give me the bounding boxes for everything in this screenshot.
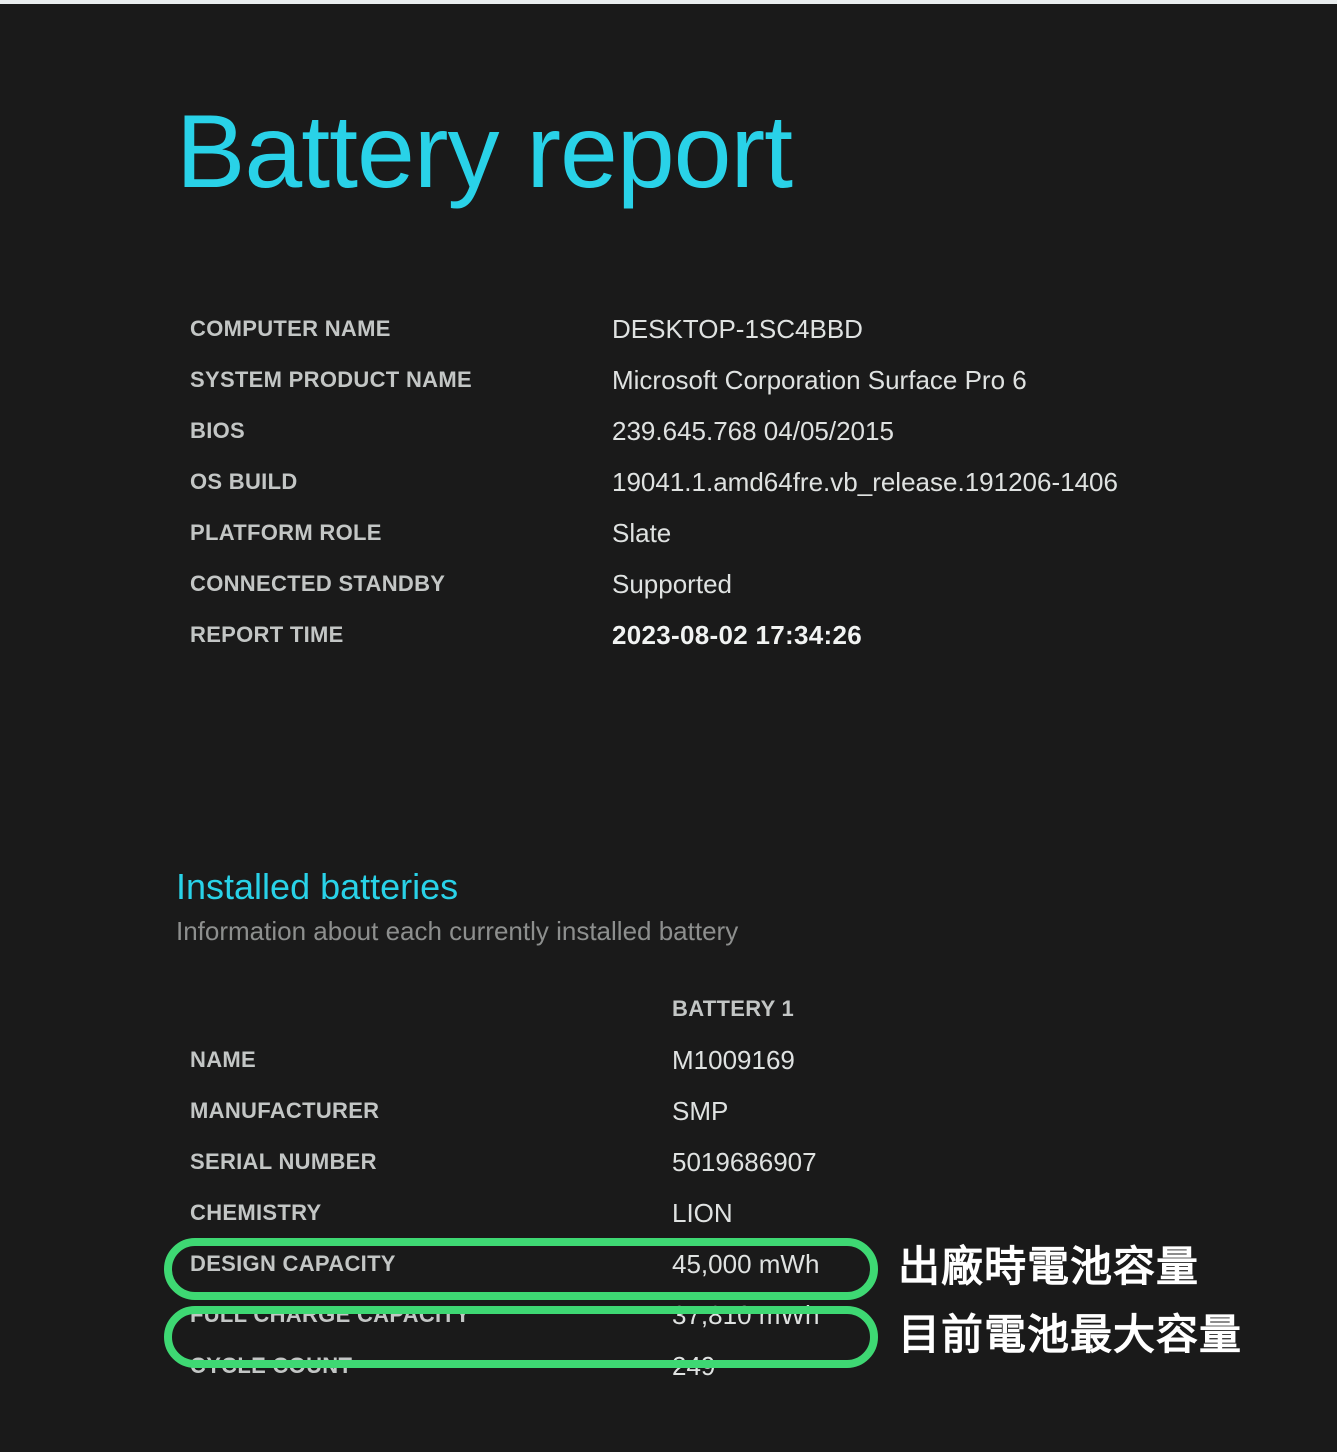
row-value-platform-role: Slate xyxy=(612,518,672,548)
row-label-name: NAME xyxy=(190,1047,256,1072)
row-label-system-product-name: SYSTEM PRODUCT NAME xyxy=(190,367,472,392)
row-value-cycle-count: 249 xyxy=(672,1351,716,1381)
row-label-bios: BIOS xyxy=(190,418,245,443)
battery-report-page: Battery report COMPUTER NAME DESKTOP-1SC… xyxy=(0,4,1337,1452)
row-label-report-time: REPORT TIME xyxy=(190,622,344,647)
table-row: OS BUILD 19041.1.amd64fre.vb_release.191… xyxy=(190,467,1240,518)
table-row: PLATFORM ROLE Slate xyxy=(190,518,1240,569)
row-label-full-charge-capacity: FULL CHARGE CAPACITY xyxy=(190,1302,471,1327)
installed-batteries-section-header: Installed batteries Information about ea… xyxy=(176,866,738,946)
row-label-os-build: OS BUILD xyxy=(190,469,298,494)
row-label-design-capacity: DESIGN CAPACITY xyxy=(190,1251,396,1276)
row-value-bios: 239.645.768 04/05/2015 xyxy=(612,416,894,446)
annotation-design-capacity: 出廠時電池容量 xyxy=(898,1242,1200,1291)
system-info-table: COMPUTER NAME DESKTOP-1SC4BBD SYSTEM PRO… xyxy=(190,314,1240,671)
row-value-serial-number: 5019686907 xyxy=(672,1147,817,1177)
row-label-platform-role: PLATFORM ROLE xyxy=(190,520,382,545)
row-value-name: M1009169 xyxy=(672,1045,795,1075)
column-header-battery-1: BATTERY 1 xyxy=(672,996,795,1021)
row-value-connected-standby: Supported xyxy=(612,569,732,599)
table-row: BIOS 239.645.768 04/05/2015 xyxy=(190,416,1240,467)
row-label-computer-name: COMPUTER NAME xyxy=(190,316,391,341)
row-value-full-charge-capacity: 37,810 mWh xyxy=(672,1300,820,1330)
row-value-report-time: 2023-08-02 17:34:26 xyxy=(612,620,862,650)
row-value-os-build: 19041.1.amd64fre.vb_release.191206-1406 xyxy=(612,467,1118,497)
row-label-connected-standby: CONNECTED STANDBY xyxy=(190,571,446,596)
table-row: COMPUTER NAME DESKTOP-1SC4BBD xyxy=(190,314,1240,365)
table-row: SYSTEM PRODUCT NAME Microsoft Corporatio… xyxy=(190,365,1240,416)
row-label-manufacturer: MANUFACTURER xyxy=(190,1098,380,1123)
table-row: REPORT TIME 2023-08-02 17:34:26 xyxy=(190,620,1240,671)
table-row: CONNECTED STANDBY Supported xyxy=(190,569,1240,620)
table-row: NAME M1009169 xyxy=(190,1045,1290,1096)
row-label-cycle-count: CYCLE COUNT xyxy=(190,1353,353,1378)
table-header-row: BATTERY 1 xyxy=(190,994,1290,1045)
row-value-computer-name: DESKTOP-1SC4BBD xyxy=(612,314,863,344)
row-label-chemistry: CHEMISTRY xyxy=(190,1200,322,1225)
row-value-system-product-name: Microsoft Corporation Surface Pro 6 xyxy=(612,365,1027,395)
row-value-chemistry: LION xyxy=(672,1198,733,1228)
row-value-design-capacity: 45,000 mWh xyxy=(672,1249,820,1279)
table-row: MANUFACTURER SMP xyxy=(190,1096,1290,1147)
page-title: Battery report xyxy=(176,94,793,210)
table-row: SERIAL NUMBER 5019686907 xyxy=(190,1147,1290,1198)
annotation-full-charge-capacity: 目前電池最大容量 xyxy=(898,1310,1243,1359)
section-title: Installed batteries xyxy=(176,866,459,907)
section-subtitle: Information about each currently install… xyxy=(176,916,739,946)
row-label-serial-number: SERIAL NUMBER xyxy=(190,1149,377,1174)
row-value-manufacturer: SMP xyxy=(672,1096,729,1126)
